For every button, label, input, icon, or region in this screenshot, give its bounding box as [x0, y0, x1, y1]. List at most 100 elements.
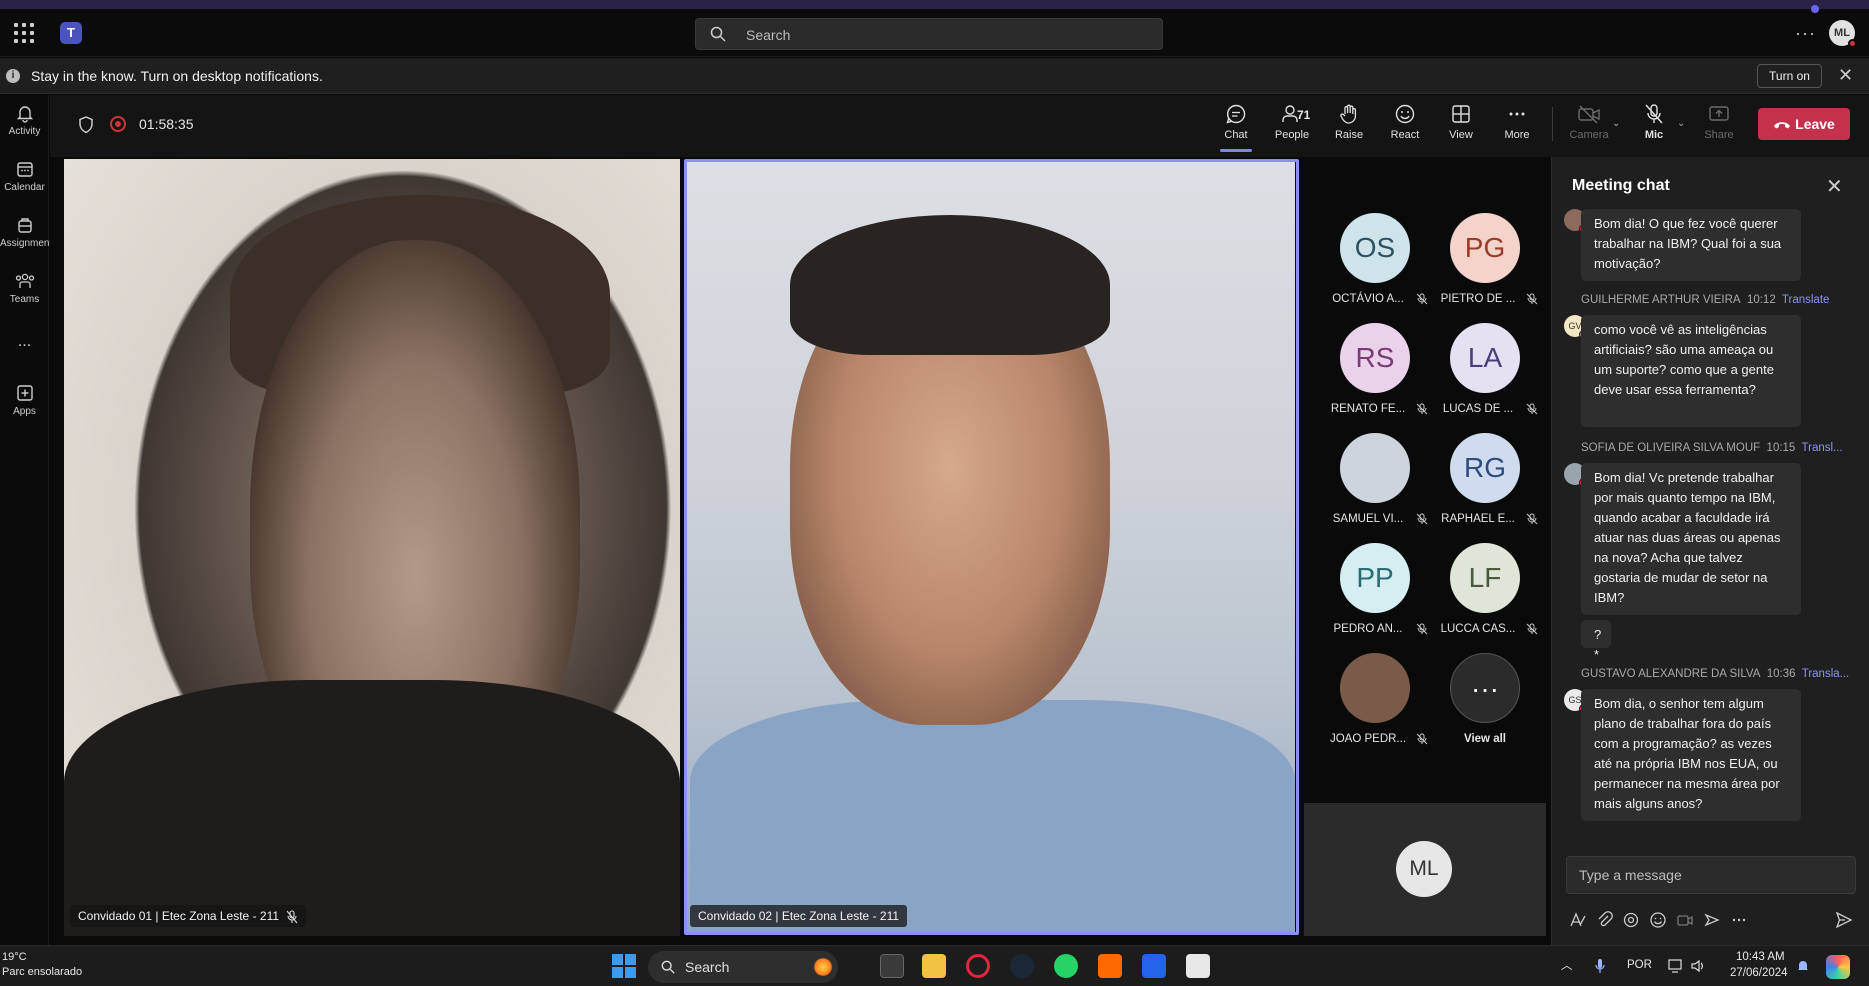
rail-label: Apps — [13, 406, 36, 417]
participant-tile[interactable]: RG RAPHAEL E... — [1426, 425, 1544, 533]
search-input[interactable]: Search — [695, 18, 1163, 50]
weather-widget[interactable]: 19°C Parc ensolarado — [2, 950, 82, 980]
app-launcher-icon[interactable] — [14, 23, 34, 43]
active-speaker-frame — [684, 159, 1299, 935]
rail-item-teams[interactable]: Teams — [0, 271, 49, 305]
translate-link[interactable]: Transl... — [1802, 442, 1843, 454]
rail-item-more[interactable]: ... — [0, 333, 49, 351]
more-options-icon[interactable] — [1730, 911, 1748, 929]
settings-more-icon[interactable]: ··· — [1795, 23, 1816, 44]
video-caption-left: Convidado 01 | Etec Zona Leste - 211 — [70, 905, 307, 927]
clock-date[interactable]: 27/06/2024 — [1730, 967, 1788, 979]
loop-icon[interactable] — [1622, 911, 1640, 929]
share-button[interactable]: Share — [1691, 103, 1747, 141]
windows-start-icon[interactable] — [612, 954, 636, 978]
taskbar-search[interactable]: Search — [648, 951, 838, 983]
clock-time[interactable]: 10:43 AM — [1736, 951, 1785, 963]
camera-button[interactable]: Camera — [1561, 103, 1617, 141]
meeting-timer: 01:58:35 — [139, 116, 194, 132]
shield-icon[interactable] — [78, 116, 94, 134]
presence-busy-dot — [1848, 39, 1857, 48]
tray-chevron-icon[interactable]: ︿ — [1561, 957, 1573, 973]
participant-tile[interactable]: PP PEDRO AN... — [1316, 535, 1434, 643]
view-button[interactable]: View — [1433, 103, 1489, 141]
react-button[interactable]: React — [1377, 103, 1433, 141]
chat-button[interactable]: Chat — [1208, 103, 1264, 152]
turn-on-button[interactable]: Turn on — [1757, 64, 1822, 88]
file-explorer-icon[interactable] — [922, 954, 946, 978]
translate-link[interactable]: Transla... — [1802, 668, 1850, 680]
emoji-icon[interactable] — [1649, 911, 1667, 929]
participant-tile[interactable]: OS OCTÁVIO A... — [1316, 205, 1434, 313]
participant-tile[interactable]: JOAO PEDR... — [1316, 645, 1434, 753]
translate-link[interactable]: Translate — [1782, 294, 1830, 306]
self-avatar: ML — [1396, 841, 1452, 897]
notifications-bell-icon[interactable] — [1796, 958, 1810, 974]
sender-name: GUSTAVO ALEXANDRE DA SILVA — [1581, 668, 1761, 680]
close-chat-icon[interactable]: ✕ — [1826, 174, 1843, 199]
rail-item-assignments[interactable]: Assignments — [0, 215, 57, 249]
sender-name: GUILHERME ARTHUR VIEIRA — [1581, 294, 1741, 306]
participant-tile[interactable]: SAMUEL VI... — [1316, 425, 1434, 533]
user-avatar[interactable]: ML — [1829, 20, 1857, 48]
self-view-tile[interactable]: ML — [1304, 803, 1546, 936]
participant-avatar: LA — [1450, 323, 1520, 393]
participant-name: OCTÁVIO A... — [1332, 293, 1404, 305]
people-button[interactable]: People — [1264, 103, 1320, 141]
more-actions-button[interactable]: More — [1489, 103, 1545, 141]
view-all-participants-tile[interactable]: ··· View all — [1426, 645, 1544, 753]
format-icon[interactable] — [1568, 911, 1586, 929]
chat-message: Bom dia, o senhor tem algum plano de tra… — [1581, 689, 1801, 821]
copilot-icon[interactable] — [1826, 955, 1850, 979]
rail-item-activity[interactable]: Activity — [0, 103, 49, 137]
mic-button[interactable]: Mic — [1626, 103, 1682, 141]
chat-label: Chat — [1224, 129, 1248, 141]
participant-name: JOAO PEDR... — [1329, 733, 1407, 745]
message-compose-input[interactable]: Type a message — [1566, 856, 1856, 894]
chat-message: como você vê as inteligências artificiai… — [1581, 315, 1801, 427]
participant-tile[interactable]: RS RENATO FE... — [1316, 315, 1434, 423]
video-clip-icon[interactable] — [1676, 911, 1694, 929]
notification-dot — [1811, 5, 1819, 13]
grid-view-icon — [1452, 105, 1470, 123]
mic-options-chevron-icon[interactable]: ⌄ — [1677, 118, 1685, 129]
app-rail: Activity Calendar Assignments Teams ... … — [0, 95, 57, 945]
banner-text: Stay in the know. Turn on desktop notifi… — [31, 68, 323, 84]
smiley-icon — [1395, 104, 1415, 124]
steam-icon[interactable] — [1010, 954, 1034, 978]
leave-button[interactable]: Leave — [1758, 108, 1850, 140]
ide-app-icon[interactable] — [1142, 954, 1166, 978]
streaming-app-icon[interactable] — [1098, 954, 1122, 978]
send-icon[interactable] — [1835, 911, 1853, 929]
participant-tile[interactable]: LF LUCCA CAS... — [1426, 535, 1544, 643]
task-view-icon[interactable] — [880, 954, 904, 978]
more-horizontal-icon: ··· — [1450, 653, 1520, 723]
video-caption-right-text: Convidado 02 | Etec Zona Leste - 211 — [698, 909, 900, 923]
notepad-app-icon[interactable] — [1186, 954, 1210, 978]
calendar-icon — [16, 162, 33, 177]
participant-name: PIETRO DE ... — [1440, 293, 1516, 305]
rail-item-calendar[interactable]: Calendar — [0, 159, 49, 193]
participant-avatar: PG — [1450, 213, 1520, 283]
info-icon: i — [6, 69, 20, 83]
input-language[interactable]: POR — [1627, 959, 1652, 971]
rail-item-apps[interactable]: Apps — [0, 383, 49, 417]
tray-mic-icon[interactable] — [1594, 958, 1606, 974]
forward-icon[interactable] — [1703, 911, 1721, 929]
close-banner-icon[interactable]: ✕ — [1838, 65, 1853, 86]
raise-hand-button[interactable]: Raise — [1321, 103, 1377, 141]
chat-sender-line: SOFIA DE OLIVEIRA SILVA MOUF 10:15 Trans… — [1581, 442, 1866, 454]
whatsapp-icon[interactable] — [1054, 954, 1078, 978]
camera-options-chevron-icon[interactable]: ⌄ — [1612, 118, 1620, 129]
opera-browser-icon[interactable] — [966, 954, 990, 978]
mic-label: Mic — [1644, 129, 1664, 141]
rail-label: Calendar — [4, 182, 45, 193]
participant-tile[interactable]: PG PIETRO DE ... — [1426, 205, 1544, 313]
sender-name: SOFIA DE OLIVEIRA SILVA MOUF — [1581, 442, 1761, 454]
attach-icon[interactable] — [1596, 911, 1614, 929]
search-icon — [710, 26, 726, 42]
participant-tile[interactable]: LA LUCAS DE ... — [1426, 315, 1544, 423]
participant-name: LUCAS DE ... — [1442, 403, 1514, 415]
network-icon[interactable] — [1668, 959, 1684, 973]
volume-icon[interactable] — [1690, 959, 1706, 973]
